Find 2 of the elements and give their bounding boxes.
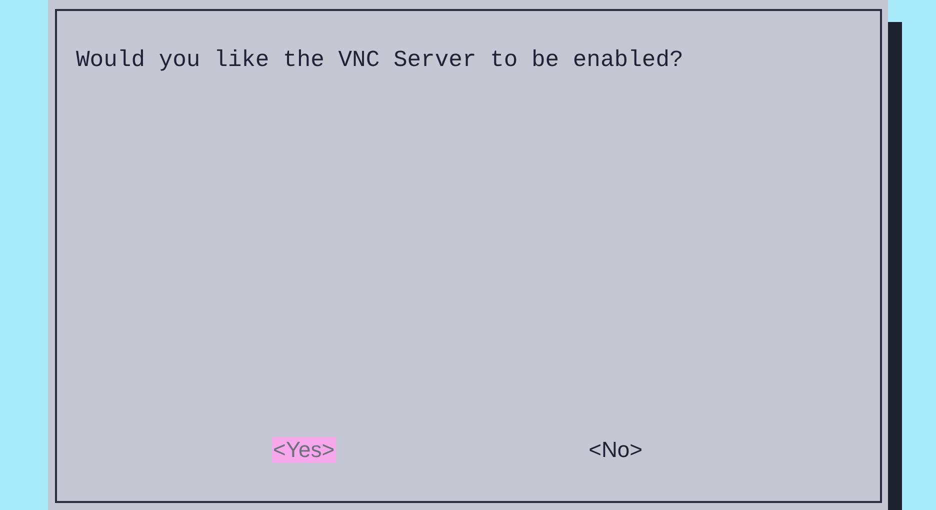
dialog-button[interactable]: <No> <box>588 437 644 463</box>
dialog-message: Would you like the VNC Server to be enabled? <box>76 46 684 75</box>
